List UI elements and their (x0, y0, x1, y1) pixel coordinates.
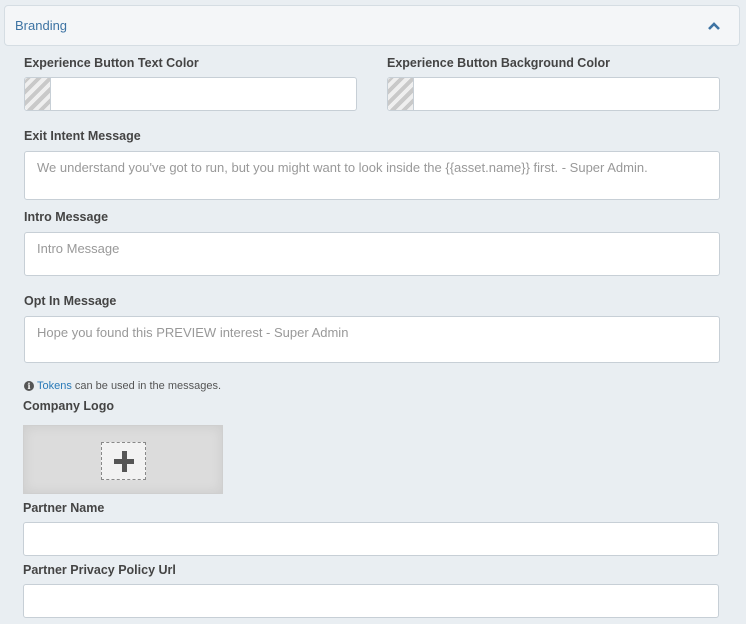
company-logo-label: Company Logo (23, 399, 114, 413)
exit-intent-placeholder: We understand you've got to run, but you… (37, 160, 648, 175)
partner-name-label: Partner Name (23, 501, 105, 515)
button-bg-color-input[interactable] (387, 77, 720, 111)
color-swatch[interactable] (25, 78, 51, 110)
color-swatch[interactable] (388, 78, 414, 110)
partner-name-input[interactable] (23, 522, 719, 556)
opt-in-message-textarea[interactable]: Hope you found this PREVIEW interest - S… (24, 316, 720, 363)
button-text-color-label: Experience Button Text Color (24, 56, 199, 70)
company-logo-upload[interactable] (23, 425, 223, 494)
opt-in-message-placeholder: Hope you found this PREVIEW interest - S… (37, 325, 349, 340)
intro-message-textarea[interactable]: Intro Message (24, 232, 720, 276)
partner-privacy-url-label: Partner Privacy Policy Url (23, 563, 176, 577)
intro-message-label: Intro Message (24, 210, 109, 224)
exit-intent-label: Exit Intent Message (24, 129, 141, 143)
tokens-help-suffix: can be used in the messages. (74, 380, 222, 392)
plus-icon[interactable] (101, 442, 146, 480)
panel-title: Branding (15, 18, 68, 33)
button-text-color-input[interactable] (24, 77, 357, 111)
tokens-help-text: i Tokens can be used in the messages. (24, 380, 221, 392)
exit-intent-textarea[interactable]: We understand you've got to run, but you… (24, 151, 720, 200)
partner-privacy-url-input[interactable] (23, 584, 719, 618)
info-icon: i (24, 381, 34, 391)
tokens-link[interactable]: Tokens (37, 380, 72, 392)
intro-message-placeholder: Intro Message (37, 241, 120, 256)
branding-panel-header[interactable]: Branding (4, 5, 740, 46)
button-bg-color-label: Experience Button Background Color (387, 56, 610, 70)
opt-in-message-label: Opt In Message (24, 294, 117, 308)
chevron-up-icon[interactable] (707, 21, 721, 31)
